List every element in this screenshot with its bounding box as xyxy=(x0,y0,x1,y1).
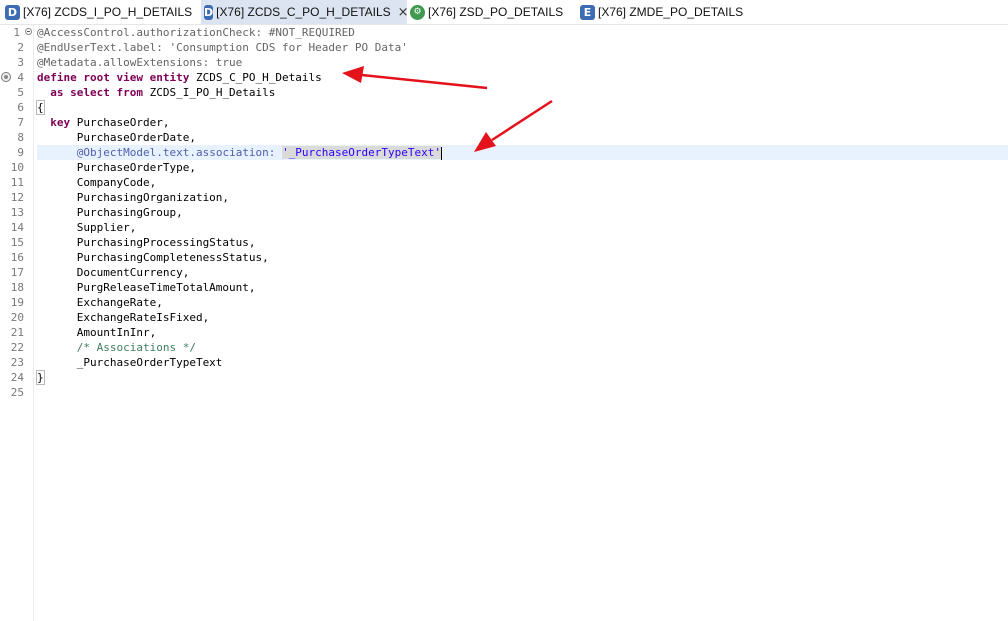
code-line-21[interactable]: AmountInInr, xyxy=(37,325,156,340)
breakpoint-marker-icon[interactable] xyxy=(1,72,11,82)
code-line-12[interactable]: PurchasingOrganization, xyxy=(37,190,229,205)
code-line-6[interactable]: { xyxy=(36,100,45,115)
line-number: 21 xyxy=(10,326,24,339)
line-number: 24 xyxy=(10,371,24,384)
identifier: ExchangeRateIsFixed, xyxy=(37,311,210,324)
line-number: 17 xyxy=(10,266,24,279)
annotation: @AccessControl.authorizationCheck: #NOT_… xyxy=(37,26,355,39)
code-line-20[interactable]: ExchangeRateIsFixed, xyxy=(37,310,209,325)
identifier: ZCDS_C_PO_H_Details xyxy=(189,71,322,84)
identifier: AmountInInr, xyxy=(37,326,157,339)
code-editor[interactable]: 1 2 3 4 5 6 7 8 9 10 11 12 13 14 15 16 1… xyxy=(0,25,1008,621)
close-icon[interactable]: × xyxy=(398,5,409,20)
identifier: PurchasingOrganization, xyxy=(37,191,230,204)
line-number: 15 xyxy=(10,236,24,249)
tab-label: [X76] ZCDS_I_PO_H_DETAILS xyxy=(23,5,193,19)
line-number: 19 xyxy=(10,296,24,309)
line-number: 9 xyxy=(17,146,24,159)
code-line-14[interactable]: Supplier, xyxy=(37,220,137,235)
tab-label: [X76] ZCDS_C_PO_H_DETAILS xyxy=(216,5,391,19)
identifier: _PurchaseOrderTypeText xyxy=(37,356,223,369)
line-number: 16 xyxy=(10,251,24,264)
tab-label: [X76] ZSD_PO_DETAILS xyxy=(428,5,564,19)
code-line-9[interactable]: @ObjectModel.text.association: '_Purchas… xyxy=(37,145,443,160)
code-line-10[interactable]: PurchaseOrderType, xyxy=(37,160,196,175)
keyword: define root view entity xyxy=(37,71,190,84)
cds-document-icon: D xyxy=(5,4,20,20)
line-number: 22 xyxy=(10,341,24,354)
line-number: 13 xyxy=(10,206,24,219)
line-number: 11 xyxy=(10,176,24,189)
identifier: CompanyCode, xyxy=(37,176,157,189)
line-number: 4 xyxy=(17,71,24,84)
identifier: DocumentCurrency, xyxy=(37,266,190,279)
metadata-extension-icon: E xyxy=(580,4,595,20)
code-line-4[interactable]: define root view entity ZCDS_C_PO_H_Deta… xyxy=(37,70,322,85)
annotation: @Metadata.allowExtensions: true xyxy=(37,56,243,69)
identifier: Supplier, xyxy=(37,221,137,234)
cds-document-icon: D xyxy=(204,4,214,20)
tab-zsd-po-details[interactable]: ⚙ [X76] ZSD_PO_DETAILS xyxy=(408,0,567,24)
code-line-13[interactable]: PurchasingGroup, xyxy=(37,205,183,220)
identifier: PurchaseOrderDate, xyxy=(37,131,196,144)
identifier: ExchangeRate, xyxy=(37,296,163,309)
code-line-19[interactable]: ExchangeRate, xyxy=(37,295,163,310)
code-line-3[interactable]: @Metadata.allowExtensions: true xyxy=(37,55,242,70)
line-number: 20 xyxy=(10,311,24,324)
code-line-22[interactable]: /* Associations */ xyxy=(37,340,196,355)
identifier: PurchaseOrderType, xyxy=(37,161,196,174)
line-number: 8 xyxy=(17,131,24,144)
code-line-7[interactable]: key PurchaseOrder, xyxy=(37,115,169,130)
annotation: @ObjectModel.text.association: xyxy=(76,146,276,159)
code-line-17[interactable]: DocumentCurrency, xyxy=(37,265,190,280)
code-line-2[interactable]: @EndUserText.label: 'Consumption CDS for… xyxy=(37,40,408,55)
code-line-16[interactable]: PurchasingCompletenessStatus, xyxy=(37,250,269,265)
tab-zcds-i-po-h-details[interactable]: D [X76] ZCDS_I_PO_H_DETAILS xyxy=(3,0,196,24)
identifier: PurchasingCompletenessStatus, xyxy=(37,251,269,264)
code-line-8[interactable]: PurchaseOrderDate, xyxy=(37,130,196,145)
code-line-5[interactable]: as select from ZCDS_I_PO_H_Details xyxy=(37,85,275,100)
identifier: ZCDS_I_PO_H_Details xyxy=(142,86,276,99)
code-line-11[interactable]: CompanyCode, xyxy=(37,175,156,190)
editor-tab-bar: D [X76] ZCDS_I_PO_H_DETAILS D [X76] ZCDS… xyxy=(0,0,1008,25)
comment: /* Associations */ xyxy=(76,341,196,354)
line-number: 1 xyxy=(13,26,20,39)
line-number: 10 xyxy=(10,161,24,174)
identifier: PurchaseOrder, xyxy=(70,116,170,129)
fold-collapse-icon[interactable] xyxy=(25,28,32,35)
code-line-15[interactable]: PurchasingProcessingStatus, xyxy=(37,235,256,250)
code-line-24[interactable]: } xyxy=(36,370,45,385)
code-area[interactable]: @AccessControl.authorizationCheck: #NOT_… xyxy=(36,25,1008,385)
tab-label: [X76] ZMDE_PO_DETAILS xyxy=(598,5,744,19)
matching-brace: { xyxy=(36,100,45,115)
line-number: 2 xyxy=(17,41,24,54)
line-number: 23 xyxy=(10,356,24,369)
identifier: PurgReleaseTimeTotalAmount, xyxy=(37,281,256,294)
line-number: 5 xyxy=(17,86,24,99)
annotation: @EndUserText.label: 'Consumption CDS for… xyxy=(37,41,408,54)
line-number: 18 xyxy=(10,281,24,294)
tab-zcds-c-po-h-details[interactable]: D [X76] ZCDS_C_PO_H_DETAILS × xyxy=(201,0,409,24)
tab-zmde-po-details[interactable]: E [X76] ZMDE_PO_DETAILS xyxy=(578,0,747,24)
code-line-23[interactable]: _PurchaseOrderTypeText xyxy=(37,355,223,370)
line-number: 6 xyxy=(17,101,24,114)
selected-string-literal[interactable]: '_PurchaseOrderTypeText' xyxy=(282,146,442,159)
keyword: key xyxy=(37,116,71,129)
matching-brace: } xyxy=(36,370,45,385)
code-line-1[interactable]: @AccessControl.authorizationCheck: #NOT_… xyxy=(37,25,355,40)
line-number: 14 xyxy=(10,221,24,234)
identifier: PurchasingGroup, xyxy=(37,206,183,219)
line-number: 25 xyxy=(10,386,24,399)
service-definition-icon: ⚙ xyxy=(410,4,425,20)
identifier: PurchasingProcessingStatus, xyxy=(37,236,256,249)
keyword: as select from xyxy=(37,86,143,99)
line-number-gutter: 1 2 3 4 5 6 7 8 9 10 11 12 13 14 15 16 1… xyxy=(0,25,34,621)
code-line-18[interactable]: PurgReleaseTimeTotalAmount, xyxy=(37,280,256,295)
line-number: 12 xyxy=(10,191,24,204)
line-number: 3 xyxy=(17,56,24,69)
text-cursor xyxy=(441,146,443,160)
line-number: 7 xyxy=(17,116,24,129)
